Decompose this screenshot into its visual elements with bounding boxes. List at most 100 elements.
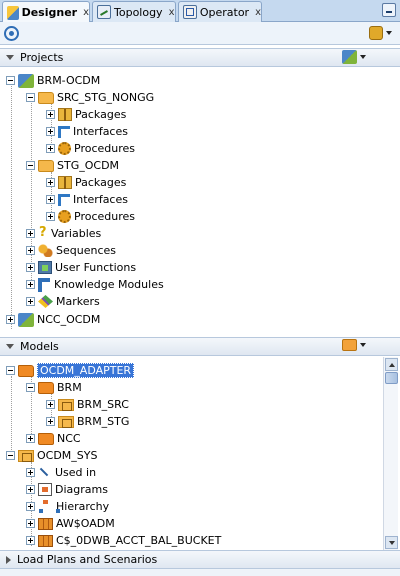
expand-node-icon[interactable] [46, 144, 55, 153]
tree-node-aw-oadm[interactable]: AW$OADM [26, 515, 115, 532]
tree-node-brm-src[interactable]: BRM_SRC [46, 396, 129, 413]
tree-node-markers[interactable]: Markers [26, 293, 100, 310]
tree-node-sequences[interactable]: Sequences [26, 242, 116, 259]
chevron-down-icon [360, 55, 366, 59]
models-section-header[interactable]: Models [0, 337, 400, 356]
tree-node-ocdm-sys[interactable]: OCDM_SYS [6, 447, 97, 464]
collapse-node-icon[interactable] [6, 76, 15, 85]
tree-node-ncc-ocdm[interactable]: NCC_OCDM [6, 311, 100, 328]
tree-label: C$_0DWB_ACCT_BAL_BUCKET [56, 534, 222, 547]
expand-node-icon[interactable] [6, 315, 15, 324]
tree-node-procedures[interactable]: Procedures [46, 140, 135, 157]
projects-section-title: Projects [20, 51, 64, 64]
tree-node-interfaces[interactable]: Interfaces [46, 191, 128, 208]
expand-node-icon[interactable] [26, 519, 35, 528]
expand-node-icon[interactable] [46, 400, 55, 409]
expand-node-icon[interactable] [26, 485, 35, 494]
expand-node-icon[interactable] [26, 468, 35, 477]
scroll-up-button[interactable] [385, 358, 398, 371]
tree-node-used-in[interactable]: Used in [26, 464, 96, 481]
collapse-node-icon[interactable] [6, 366, 15, 375]
expand-node-icon[interactable] [46, 127, 55, 136]
tree-node-knowledge-modules[interactable]: Knowledge Modules [26, 276, 164, 293]
tree-label: Packages [75, 108, 127, 121]
toolbar-menu-button[interactable] [369, 26, 392, 40]
collapse-node-icon[interactable] [6, 451, 15, 460]
user-function-icon [38, 261, 52, 274]
models-vertical-scrollbar[interactable] [383, 357, 398, 550]
tab-operator[interactable]: Operator x [178, 1, 262, 22]
collapse-node-icon[interactable] [26, 383, 35, 392]
tree-node-brm-stg[interactable]: BRM_STG [46, 413, 129, 430]
tree-label: BRM_SRC [77, 398, 129, 411]
tree-node-diagrams[interactable]: Diagrams [26, 481, 108, 498]
editor-tab-bar: Designer x Topology x Operator x [0, 0, 400, 23]
tab-operator-close-icon[interactable]: x [255, 7, 261, 18]
tree-node-interfaces[interactable]: Interfaces [46, 123, 128, 140]
tree-node-ocdm-adapter[interactable]: OCDM_ADAPTER [6, 362, 135, 379]
expand-node-icon[interactable] [26, 434, 35, 443]
projects-section-header[interactable]: Projects [0, 48, 400, 67]
tree-label: Diagrams [55, 483, 108, 496]
expand-node-icon[interactable] [26, 229, 35, 238]
tree-node-src-stg-nongg[interactable]: SRC_STG_NONGG [26, 89, 154, 106]
collapse-icon [6, 55, 14, 60]
tree-label: AW$OADM [56, 517, 115, 530]
project-icon [18, 312, 34, 327]
tree-node-variables[interactable]: Variables [26, 225, 101, 242]
tree-label: User Functions [55, 261, 137, 274]
load-plans-section-header[interactable]: Load Plans and Scenarios [0, 550, 400, 569]
datastore-icon [38, 534, 53, 547]
expand-node-icon[interactable] [26, 502, 35, 511]
tree-node-brm-ocdm[interactable]: BRM-OCDM [6, 72, 100, 89]
tree-label: Sequences [56, 244, 116, 257]
chevron-down-icon [360, 343, 366, 347]
tree-label: Variables [51, 227, 102, 240]
tree-label: Procedures [74, 142, 135, 155]
tree-node-c-0dwb-acct-bal-bucket[interactable]: C$_0DWB_ACCT_BAL_BUCKET [26, 532, 221, 549]
expand-node-icon[interactable] [46, 110, 55, 119]
models-tree: OCDM_ADAPTER BRM BRM_SRC BRM_STG NCC OCD… [0, 362, 383, 550]
models-menu-button[interactable] [342, 339, 366, 351]
new-model-folder-icon [342, 339, 357, 351]
model-icon [18, 449, 34, 462]
expand-icon [6, 555, 11, 564]
expand-node-icon[interactable] [46, 178, 55, 187]
scroll-thumb[interactable] [385, 372, 398, 384]
tree-node-procedures[interactable]: Procedures [46, 208, 135, 225]
tab-designer[interactable]: Designer x [2, 1, 90, 23]
tab-topology-close-icon[interactable]: x [169, 7, 175, 18]
minimize-button[interactable] [382, 3, 396, 17]
expand-node-icon[interactable] [26, 536, 35, 545]
tab-designer-close-icon[interactable]: x [83, 7, 89, 18]
tree-node-ncc[interactable]: NCC [26, 430, 81, 447]
expand-node-icon[interactable] [46, 417, 55, 426]
procedure-icon [58, 210, 71, 223]
expand-node-icon[interactable] [26, 297, 35, 306]
tree-label: NCC [57, 432, 81, 445]
collapse-node-icon[interactable] [26, 161, 35, 170]
connect-navigator-icon[interactable] [4, 26, 19, 41]
expand-node-icon[interactable] [26, 263, 35, 272]
projects-menu-button[interactable] [342, 50, 366, 64]
tree-node-user-functions[interactable]: User Functions [26, 259, 136, 276]
settings-icon [369, 26, 383, 40]
expand-node-icon[interactable] [46, 195, 55, 204]
collapse-node-icon[interactable] [26, 93, 35, 102]
tree-node-hierarchy[interactable]: Hierarchy [26, 498, 109, 515]
tab-topology[interactable]: Topology x [92, 1, 176, 22]
expand-node-icon[interactable] [46, 212, 55, 221]
tree-label: OCDM_SYS [37, 449, 98, 462]
tree-node-packages[interactable]: Packages [46, 174, 126, 191]
tree-label: Used in [55, 466, 97, 479]
scroll-down-button[interactable] [385, 536, 398, 549]
load-plans-section-title: Load Plans and Scenarios [17, 553, 158, 566]
expand-node-icon[interactable] [26, 246, 35, 255]
projects-tree: BRM-OCDM SRC_STG_NONGG Packages Interfac… [0, 72, 400, 334]
expand-node-icon[interactable] [26, 280, 35, 289]
tree-node-brm[interactable]: BRM [26, 379, 82, 396]
tree-node-stg-ocdm[interactable]: STG_OCDM [26, 157, 119, 174]
chevron-down-icon [386, 31, 392, 35]
collapse-icon [6, 344, 14, 349]
tree-node-packages[interactable]: Packages [46, 106, 126, 123]
